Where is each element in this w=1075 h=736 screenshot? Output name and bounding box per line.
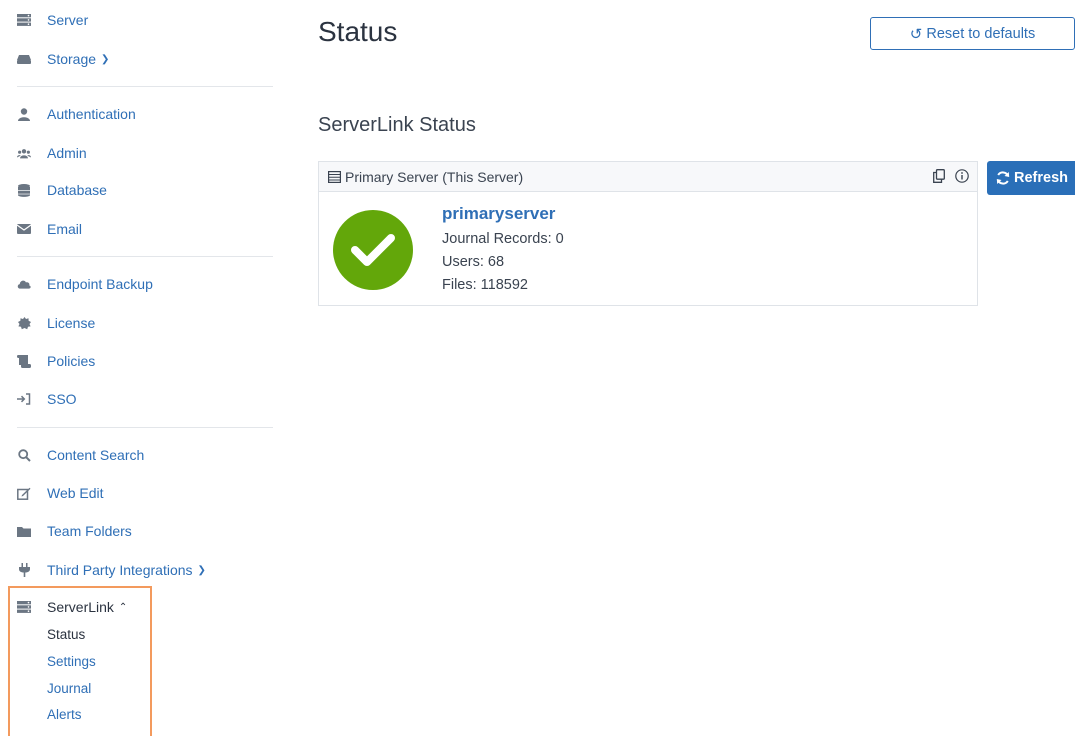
section-title: ServerLink Status — [318, 114, 476, 136]
sidebar-item-label: SSO — [47, 391, 77, 407]
sidebar-item-label: Server — [47, 12, 89, 28]
sidebar-item-sso[interactable]: SSO — [17, 388, 77, 410]
sidebar-divider — [17, 427, 273, 428]
card-actions — [933, 169, 969, 183]
sidebar-subitem-status[interactable]: Status — [47, 626, 85, 644]
sidebar-item-label: Third Party Integrations — [47, 562, 193, 578]
server-icon — [17, 13, 31, 27]
undo-icon: ↺ — [909, 25, 923, 43]
sidebar-item-label: Authentication — [47, 106, 136, 122]
sidebar-item-serverlink[interactable]: ServerLink ⌃ — [17, 596, 127, 618]
search-icon — [17, 448, 31, 462]
hard-drive-icon — [17, 52, 31, 66]
sidebar-item-third-party-integrations[interactable]: Third Party Integrations ❯ — [17, 559, 206, 581]
card-header: Primary Server (This Server) — [319, 162, 977, 192]
folder-icon — [17, 524, 31, 538]
sidebar-item-label: Team Folders — [47, 523, 132, 539]
server-icon — [17, 600, 31, 614]
sidebar-item-web-edit[interactable]: Web Edit — [17, 482, 104, 504]
status-ok-icon — [333, 210, 413, 290]
sidebar-item-label: Storage — [47, 51, 97, 67]
database-icon — [17, 183, 31, 197]
sidebar-item-label: Email — [47, 221, 83, 237]
sidebar-item-label: Database — [47, 182, 107, 198]
sidebar-subitem-settings[interactable]: Settings — [47, 653, 96, 671]
sidebar-item-label: Policies — [47, 353, 96, 369]
server-name-link[interactable]: primaryserver — [442, 204, 555, 224]
reset-to-defaults-button[interactable]: ↺ Reset to defaults — [870, 17, 1075, 50]
plug-icon — [17, 563, 31, 577]
chevron-up-icon: ⌃ — [118, 601, 128, 613]
sidebar-item-label: Content Search — [47, 447, 145, 463]
journal-records: Journal Records: 0 — [442, 231, 564, 247]
sidebar-subitem-journal[interactable]: Journal — [47, 680, 91, 698]
files-count: Files: 118592 — [442, 277, 528, 293]
sidebar-divider — [17, 86, 273, 87]
copy-icon[interactable] — [933, 169, 945, 183]
sidebar: Server Storage ❯ Authentication Admin Da… — [0, 0, 290, 736]
sidebar-item-label: ServerLink — [47, 599, 114, 615]
table-icon — [328, 170, 341, 183]
sign-in-icon — [17, 392, 31, 406]
sidebar-item-team-folders[interactable]: Team Folders — [17, 520, 132, 542]
page-title: Status — [318, 16, 398, 47]
chevron-down-icon: ❯ — [101, 53, 110, 65]
sidebar-item-label: Endpoint Backup — [47, 276, 153, 292]
card-header-title: Primary Server (This Server) — [345, 168, 524, 185]
sidebar-item-endpoint-backup[interactable]: Endpoint Backup — [17, 273, 153, 295]
sidebar-subitem-alerts[interactable]: Alerts — [47, 706, 82, 724]
sidebar-item-policies[interactable]: Policies — [17, 350, 95, 372]
sidebar-item-server[interactable]: Server — [17, 9, 88, 31]
edit-icon — [17, 486, 31, 500]
sidebar-item-label: Web Edit — [47, 485, 104, 501]
sidebar-item-database[interactable]: Database — [17, 179, 107, 201]
sidebar-item-admin[interactable]: Admin — [17, 142, 87, 164]
sidebar-item-storage[interactable]: Storage ❯ — [17, 48, 109, 70]
scroll-icon — [17, 354, 31, 368]
sidebar-item-authentication[interactable]: Authentication — [17, 103, 136, 125]
info-icon[interactable] — [955, 169, 969, 183]
sidebar-item-label: Admin — [47, 145, 87, 161]
sidebar-divider — [17, 256, 273, 257]
refresh-button[interactable]: Refresh — [987, 161, 1075, 195]
refresh-label: Refresh — [1014, 170, 1068, 186]
user-icon — [17, 107, 31, 121]
sidebar-item-license[interactable]: License — [17, 312, 95, 334]
sidebar-item-content-search[interactable]: Content Search — [17, 444, 144, 466]
server-status-card: Primary Server (This Server) primaryserv… — [318, 161, 978, 306]
users-icon — [17, 146, 31, 160]
sidebar-item-email[interactable]: Email — [17, 218, 82, 240]
sidebar-item-label: License — [47, 315, 96, 331]
users-count: Users: 68 — [442, 254, 505, 270]
cloud-icon — [17, 277, 31, 291]
reset-label: Reset to defaults — [926, 25, 1036, 42]
envelope-icon — [17, 222, 31, 236]
refresh-icon — [996, 171, 1010, 185]
badge-icon — [17, 316, 31, 330]
chevron-down-icon: ❯ — [197, 564, 206, 576]
